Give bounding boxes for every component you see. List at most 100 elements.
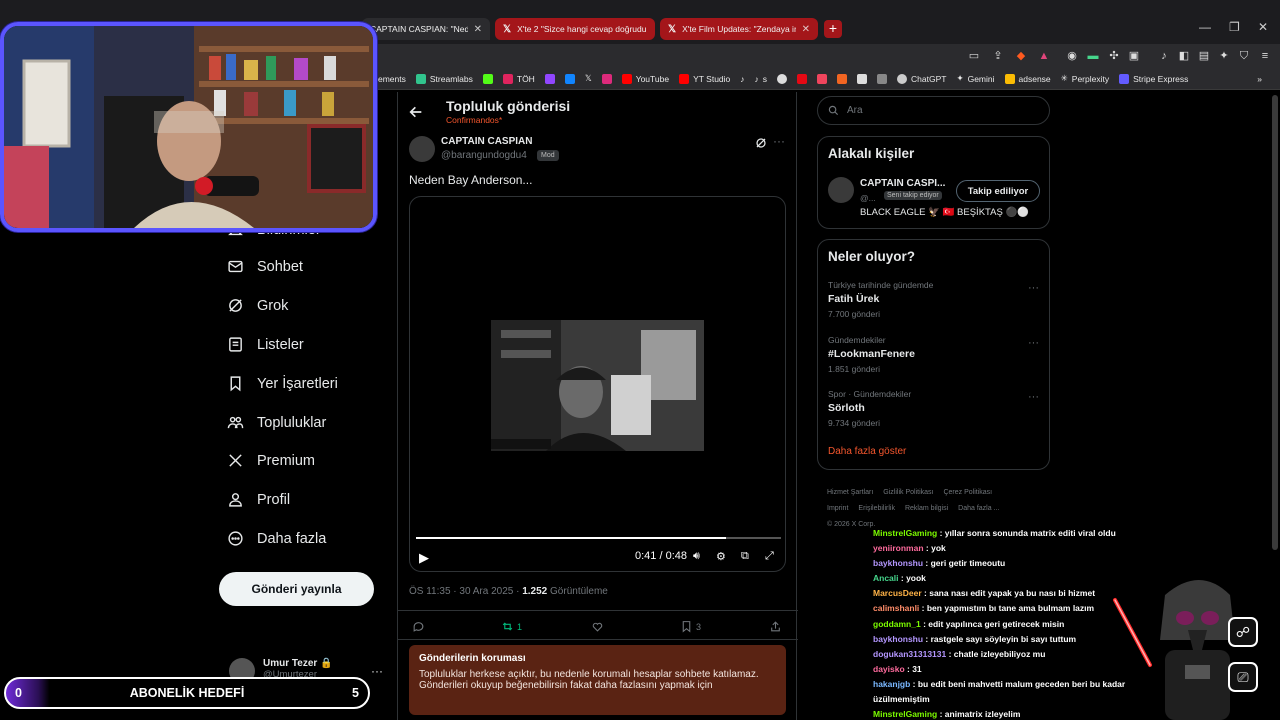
close-icon[interactable]: ✕ — [802, 24, 810, 35]
bookmark-item[interactable]: ♪ — [740, 74, 744, 84]
chat-username[interactable]: Ancali — [873, 573, 899, 583]
repost-button[interactable]: 1 — [501, 620, 522, 633]
nav-bookmarks[interactable]: Yer İşaretleri — [227, 375, 338, 392]
play-icon[interactable]: ▶ — [419, 550, 429, 566]
scrollbar[interactable] — [1272, 95, 1278, 550]
music-icon[interactable]: ♪ — [1158, 50, 1170, 62]
avatar[interactable] — [409, 136, 435, 162]
pip-icon[interactable]: ⧉ — [741, 550, 749, 563]
bookmark-button[interactable]: 3 — [680, 620, 701, 633]
extension-icon[interactable]: ◉ — [1066, 50, 1078, 62]
bookmark-item[interactable]: YouTube — [621, 73, 669, 84]
share-icon[interactable]: ⇪ — [992, 50, 1004, 62]
extension-icon[interactable]: ▬ — [1087, 50, 1099, 62]
more-icon[interactable]: ··· — [1028, 282, 1039, 294]
nav-grok[interactable]: Grok — [227, 297, 288, 314]
following-button[interactable]: Takip ediliyor — [956, 180, 1040, 202]
bookmark-item[interactable]: Stripe Express — [1119, 73, 1188, 84]
side-action-button[interactable]: ☍ — [1228, 617, 1258, 647]
volume-icon[interactable]: 🔊︎ — [693, 550, 700, 563]
side-action-button[interactable]: ⎚ — [1228, 662, 1258, 692]
screen-icon[interactable]: ▭ — [968, 50, 980, 62]
brave-shield-icon[interactable]: ◆ — [1015, 50, 1027, 62]
community-name[interactable]: Confirmandos* — [446, 115, 502, 125]
minimize-icon[interactable]: — — [1199, 20, 1211, 34]
bookmark-item[interactable]: ✦ Gemini — [956, 73, 994, 84]
more-icon[interactable]: ··· — [1028, 391, 1039, 403]
chat-username[interactable]: calimshanli — [873, 603, 919, 613]
chat-username[interactable]: goddamn_1 — [873, 619, 921, 629]
video-progress-bar[interactable] — [416, 537, 781, 539]
settings-icon[interactable]: ⚙ — [716, 550, 726, 563]
bookmark-item[interactable] — [817, 73, 828, 84]
nav-communities[interactable]: Topluluklar — [227, 414, 326, 431]
nav-premium[interactable]: Premium — [227, 452, 315, 469]
video-player[interactable]: ▶ 0:41 / 0:48 🔊︎ ⚙ ⧉ ⤢ — [409, 196, 786, 572]
bookmark-item[interactable]: Streamlabs — [415, 73, 473, 84]
more-icon[interactable]: ··· — [773, 134, 785, 148]
bookmark-item[interactable] — [857, 73, 868, 84]
bookmark-item[interactable]: ♪ s — [755, 74, 768, 84]
search-input[interactable]: Ara — [817, 96, 1050, 125]
more-bookmarks-icon[interactable]: » — [1257, 74, 1262, 84]
bookmark-item[interactable]: ✳ Perplexity — [1061, 73, 1109, 84]
trend-item[interactable]: Gündemdekiler #LookmanFenere 1.851 gönde… — [828, 335, 915, 374]
chat-username[interactable]: yeniironman — [873, 543, 924, 553]
bookmark-item[interactable] — [777, 73, 788, 84]
bookmark-item[interactable] — [482, 73, 493, 84]
bookmark-item[interactable]: YT Studio — [679, 73, 730, 84]
bookmark-item[interactable] — [797, 73, 808, 84]
chat-username[interactable]: dogukan31313131 — [873, 649, 946, 659]
maximize-icon[interactable]: ❐ — [1229, 20, 1240, 34]
bookmark-item[interactable] — [601, 73, 612, 84]
more-icon[interactable]: ··· — [371, 664, 383, 678]
chat-username[interactable]: baykhonshu — [873, 558, 923, 568]
ai-icon[interactable]: ✦ — [1218, 50, 1230, 62]
show-more-link[interactable]: Daha fazla göster — [828, 446, 906, 457]
wallet-icon[interactable]: ▤ — [1198, 50, 1210, 62]
author-handle[interactable]: @barangundogdu4 — [441, 150, 527, 161]
chat-username[interactable]: MinstrelGaming — [873, 528, 937, 538]
grok-icon[interactable] — [755, 137, 767, 149]
chat-username[interactable]: MinstrelGaming — [873, 709, 937, 719]
vpn-icon[interactable]: ⛉ — [1238, 50, 1250, 62]
bookmark-item[interactable]: 𝕏 — [585, 73, 592, 84]
nav-lists[interactable]: Listeler — [227, 336, 304, 353]
trend-item[interactable]: Spor · Gündemdekiler Sörloth 9.734 gönde… — [828, 389, 911, 428]
post-button[interactable]: Gönderi yayınla — [219, 572, 374, 606]
like-button[interactable] — [591, 620, 604, 633]
chat-username[interactable]: hakanjgb — [873, 679, 910, 689]
reply-button[interactable] — [412, 620, 425, 633]
bookmark-item[interactable] — [544, 73, 555, 84]
chat-username[interactable]: dayisko — [873, 664, 905, 674]
bookmark-item[interactable]: ChatGPT — [897, 73, 946, 84]
menu-icon[interactable]: ≡ — [1259, 50, 1271, 62]
nav-chat[interactable]: Sohbet — [227, 258, 303, 275]
trend-item[interactable]: Türkiye tarihinde gündemde Fatih Ürek 7.… — [828, 280, 933, 319]
bookmark-item[interactable]: ements — [378, 74, 406, 84]
bookmark-item[interactable] — [564, 73, 575, 84]
puzzle-icon[interactable]: ✣ — [1108, 50, 1120, 62]
bookmark-item[interactable] — [837, 73, 848, 84]
author-name[interactable]: CAPTAIN CASPIAN — [441, 136, 532, 147]
chat-username[interactable]: MarcusDeer — [873, 588, 922, 598]
more-icon[interactable]: ··· — [1028, 337, 1039, 349]
nav-profile[interactable]: Profil — [227, 491, 290, 508]
close-icon[interactable]: ✕ — [474, 24, 482, 35]
rewards-icon[interactable]: ▲ — [1038, 50, 1050, 62]
share-button[interactable] — [769, 620, 782, 633]
close-window-icon[interactable]: ✕ — [1258, 20, 1268, 34]
back-arrow-icon[interactable] — [408, 104, 424, 120]
new-tab-button[interactable]: + — [824, 20, 842, 38]
fullscreen-icon[interactable]: ⤢ — [765, 550, 774, 563]
extension-icon[interactable]: ▣ — [1128, 50, 1140, 62]
relevant-name[interactable]: CAPTAIN CASPI... — [860, 178, 945, 189]
sidebar-icon[interactable]: ◧ — [1178, 50, 1190, 62]
tab-2[interactable]: 𝕏 X'te 2 "Sizce hangi cevap doğrudur ? — [495, 18, 655, 40]
bookmark-item[interactable] — [877, 73, 888, 84]
nav-more[interactable]: Daha fazla — [227, 530, 326, 547]
bookmark-item[interactable]: TÖH — [502, 73, 535, 84]
tab-3[interactable]: 𝕏 X'te Film Updates: "Zendaya in 2026 ✕ — [660, 18, 818, 40]
tab-active[interactable]: CAPTAIN CASPIAN: "Neden ✕ — [362, 18, 490, 40]
chat-username[interactable]: baykhonshu — [873, 634, 923, 644]
